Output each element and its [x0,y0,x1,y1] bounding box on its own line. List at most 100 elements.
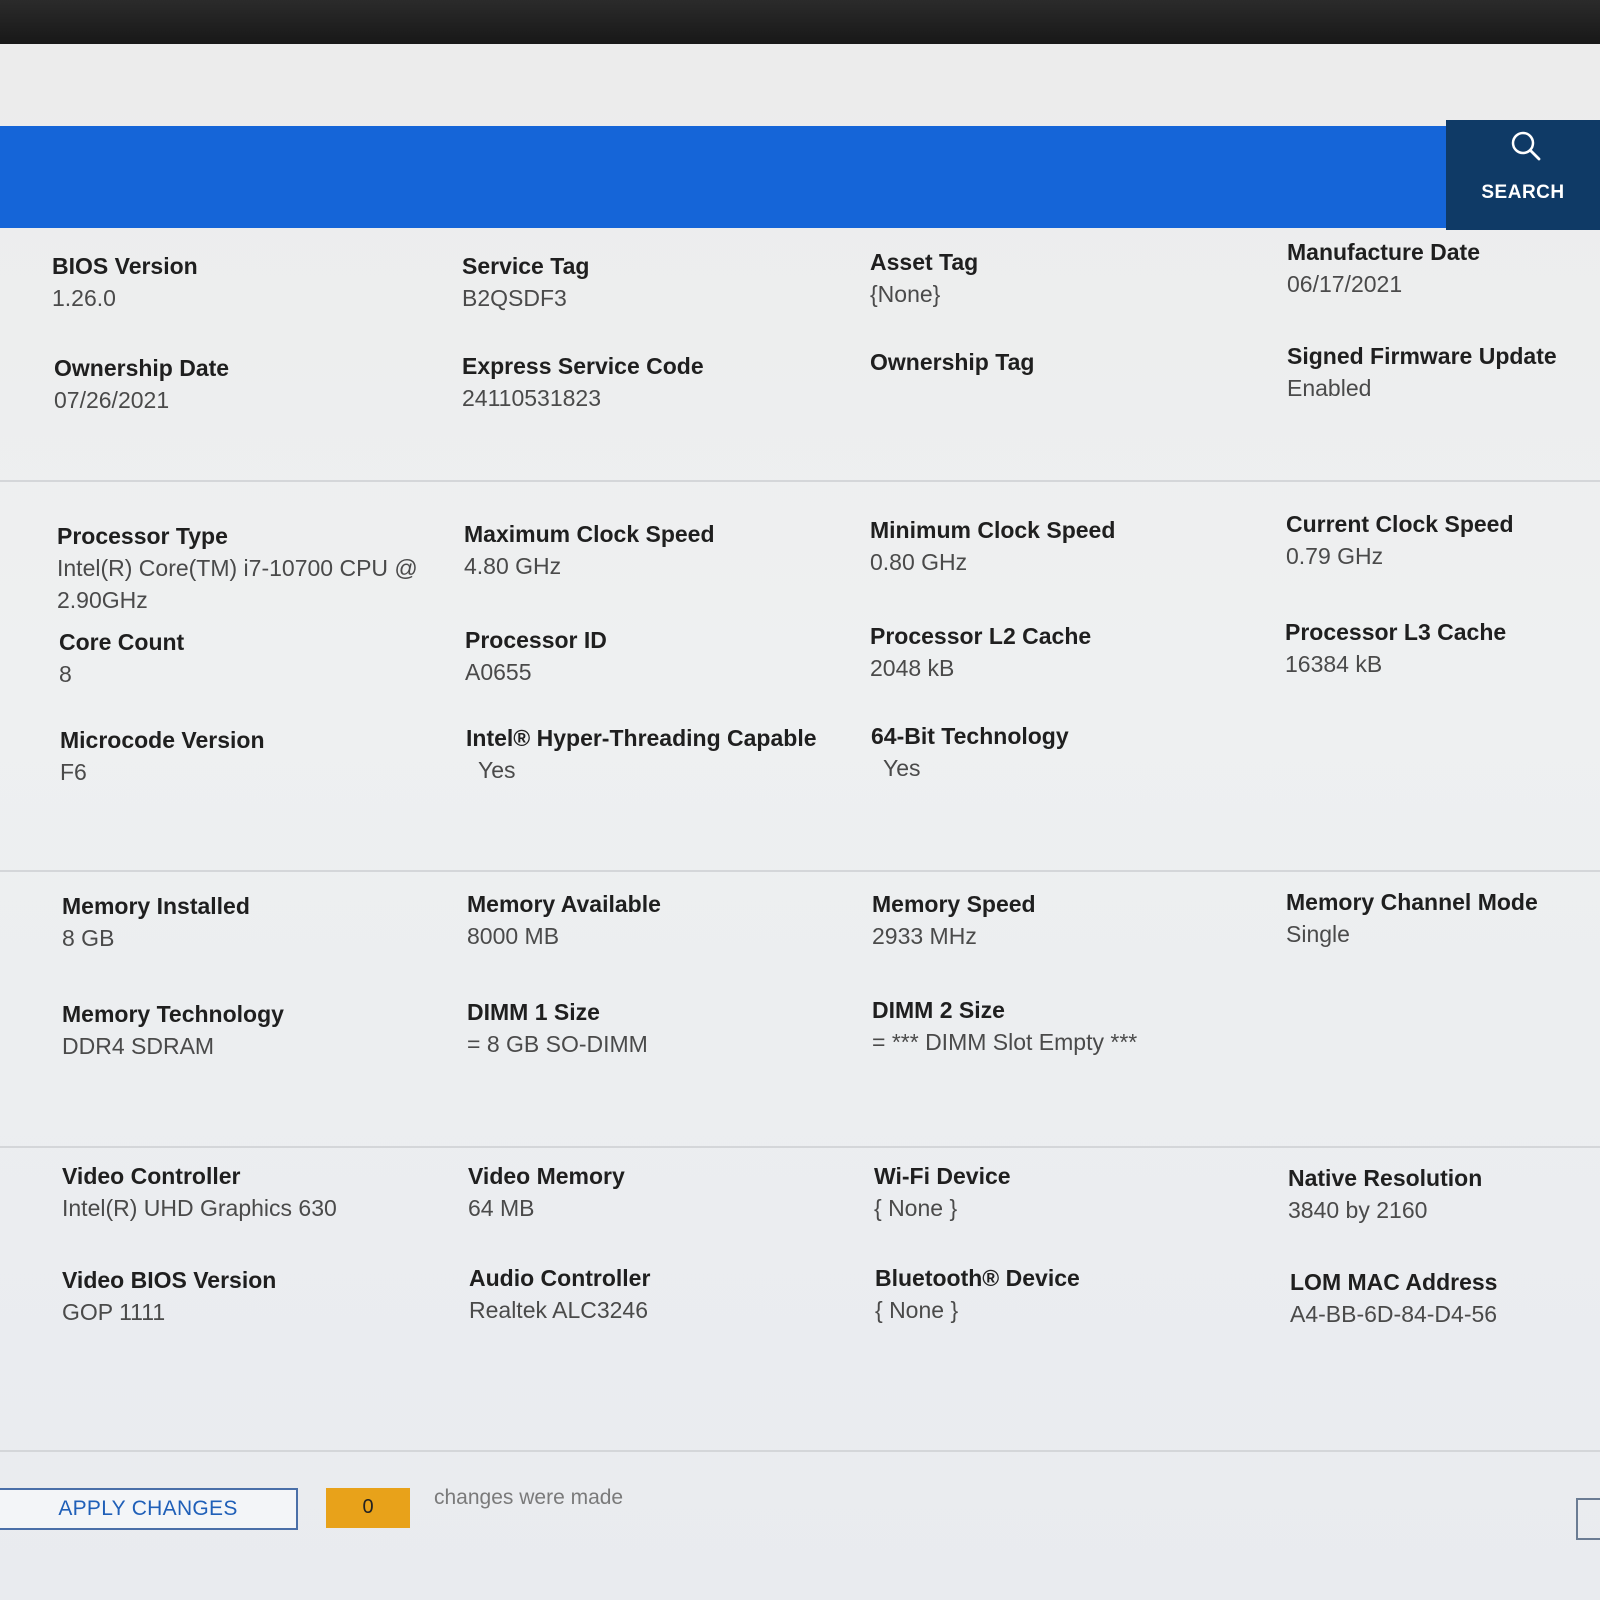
field-video-memory: Video Memory 64 MB [468,1162,858,1224]
field-label: Processor L3 Cache [1285,619,1507,645]
field-label: Ownership Date [54,355,230,381]
field-label: Express Service Code [462,353,704,379]
field-value: Intel(R) Core(TM) i7-10700 CPU @ 2.90GHz [57,555,418,613]
section-divider [0,870,1600,872]
field-manufacture-date: Manufacture Date 06/17/2021 [1287,238,1600,300]
field-memory-available: Memory Available 8000 MB [467,890,857,952]
field-ownership-tag: Ownership Tag [870,348,1260,378]
field-label: Ownership Tag [870,349,1035,375]
field-label: Processor L2 Cache [870,623,1092,649]
field-value: Enabled [1287,375,1372,401]
field-label: Video Memory [468,1163,625,1189]
field-label: Audio Controller [469,1265,651,1291]
field-label: Memory Speed [872,891,1036,917]
field-audio-controller: Audio Controller Realtek ALC3246 [469,1264,859,1326]
field-value: Yes [478,757,516,783]
field-processor-type: Processor Type Intel(R) Core(TM) i7-1070… [57,522,447,616]
field-memory-speed: Memory Speed 2933 MHz [872,890,1262,952]
field-label: Bluetooth® Device [875,1265,1080,1291]
field-label: Memory Available [467,891,661,917]
changes-status-text: changes were made [434,1486,624,1509]
field-express-service-code: Express Service Code 24110531823 [462,352,852,414]
field-label: 64-Bit Technology [871,723,1069,749]
field-minimum-clock-speed: Minimum Clock Speed 0.80 GHz [870,516,1260,578]
field-label: Native Resolution [1288,1165,1483,1191]
field-label: Microcode Version [60,727,265,753]
field-label: Manufacture Date [1287,239,1480,265]
field-value: 8000 MB [467,923,560,949]
field-signed-firmware-update: Signed Firmware Update Enabled [1287,342,1600,404]
field-value: { None } [875,1297,959,1323]
field-value: 1.26.0 [52,285,116,311]
field-native-resolution: Native Resolution 3840 by 2160 [1288,1164,1600,1226]
search-icon [1511,131,1541,161]
field-value: GOP 1111 [62,1299,166,1325]
field-core-count: Core Count 8 [59,628,449,690]
field-value: 0.79 GHz [1286,543,1384,569]
partial-button[interactable] [1576,1498,1600,1540]
field-value: DDR4 SDRAM [62,1033,215,1059]
monitor-bezel [0,0,1600,50]
search-label: SEARCH [1481,182,1565,203]
field-video-controller: Video Controller Intel(R) UHD Graphics 6… [62,1162,452,1224]
field-memory-channel-mode: Memory Channel Mode Single [1286,888,1600,950]
field-label: Memory Channel Mode [1286,889,1538,915]
field-microcode-version: Microcode Version F6 [60,726,450,788]
field-value: = 8 GB SO-DIMM [467,1031,648,1057]
changes-count-badge: 0 [326,1488,410,1528]
field-value: 2933 MHz [872,923,977,949]
field-value: Intel(R) UHD Graphics 630 [62,1195,337,1221]
field-value: = *** DIMM Slot Empty *** [872,1029,1138,1055]
field-label: Signed Firmware Update [1287,343,1557,369]
field-value: 24110531823 [462,385,601,411]
field-label: Memory Technology [62,1001,284,1027]
field-value: {None} [870,281,941,307]
field-ownership-date: Ownership Date 07/26/2021 [54,354,444,416]
field-value: Realtek ALC3246 [469,1297,649,1323]
field-value: Single [1286,921,1350,947]
field-label: Memory Installed [62,893,250,919]
field-value: F6 [60,759,87,785]
field-value: 8 GB [62,925,115,951]
field-value: 8 [59,661,72,687]
field-label: Intel® Hyper-Threading Capable [466,725,817,751]
field-value: 16384 kB [1285,651,1383,677]
footer-bar: APPLY CHANGES 0 changes were made [0,1452,1600,1556]
field-label: Maximum Clock Speed [464,521,715,547]
header-bar [0,126,1446,228]
field-value: 0.80 GHz [870,549,968,575]
field-dimm-2-size: DIMM 2 Size = *** DIMM Slot Empty *** [872,996,1262,1058]
field-value: 4.80 GHz [464,553,562,579]
field-label: Processor Type [57,523,228,549]
field-label: Video Controller [62,1163,241,1189]
field-value: B2QSDF3 [462,285,567,311]
field-label: Video BIOS Version [62,1267,277,1293]
field-value: Yes [883,755,921,781]
field-label: BIOS Version [52,253,198,279]
field-processor-id: Processor ID A0655 [465,626,855,688]
field-label: Processor ID [465,627,607,653]
field-value: 06/17/2021 [1287,271,1403,297]
field-label: Current Clock Speed [1286,511,1514,537]
field-processor-l2-cache: Processor L2 Cache 2048 kB [870,622,1260,684]
field-bios-version: BIOS Version 1.26.0 [52,252,442,314]
apply-changes-button[interactable]: APPLY CHANGES [0,1488,298,1530]
field-video-bios-version: Video BIOS Version GOP 1111 [62,1266,452,1328]
field-label: Core Count [59,629,185,655]
field-value: { None } [874,1195,958,1221]
field-memory-technology: Memory Technology DDR4 SDRAM [62,1000,452,1062]
field-current-clock-speed: Current Clock Speed 0.79 GHz [1286,510,1600,572]
search-button[interactable]: SEARCH [1446,120,1600,230]
field-value: 2048 kB [870,655,955,681]
field-processor-l3-cache: Processor L3 Cache 16384 kB [1285,618,1600,680]
field-label: DIMM 2 Size [872,997,1005,1023]
bios-screen: SEARCH BIOS Version 1.26.0 Service Tag B… [0,44,1600,1600]
field-value: 07/26/2021 [54,387,170,413]
field-bluetooth-device: Bluetooth® Device { None } [875,1264,1265,1326]
field-label: Minimum Clock Speed [870,517,1116,543]
field-label: DIMM 1 Size [467,999,600,1025]
field-label: Asset Tag [870,249,979,275]
field-64-bit-technology: 64-Bit Technology Yes [871,722,1261,784]
field-service-tag: Service Tag B2QSDF3 [462,252,852,314]
field-lom-mac-address: LOM MAC Address A4-BB-6D-84-D4-56 [1290,1268,1600,1330]
